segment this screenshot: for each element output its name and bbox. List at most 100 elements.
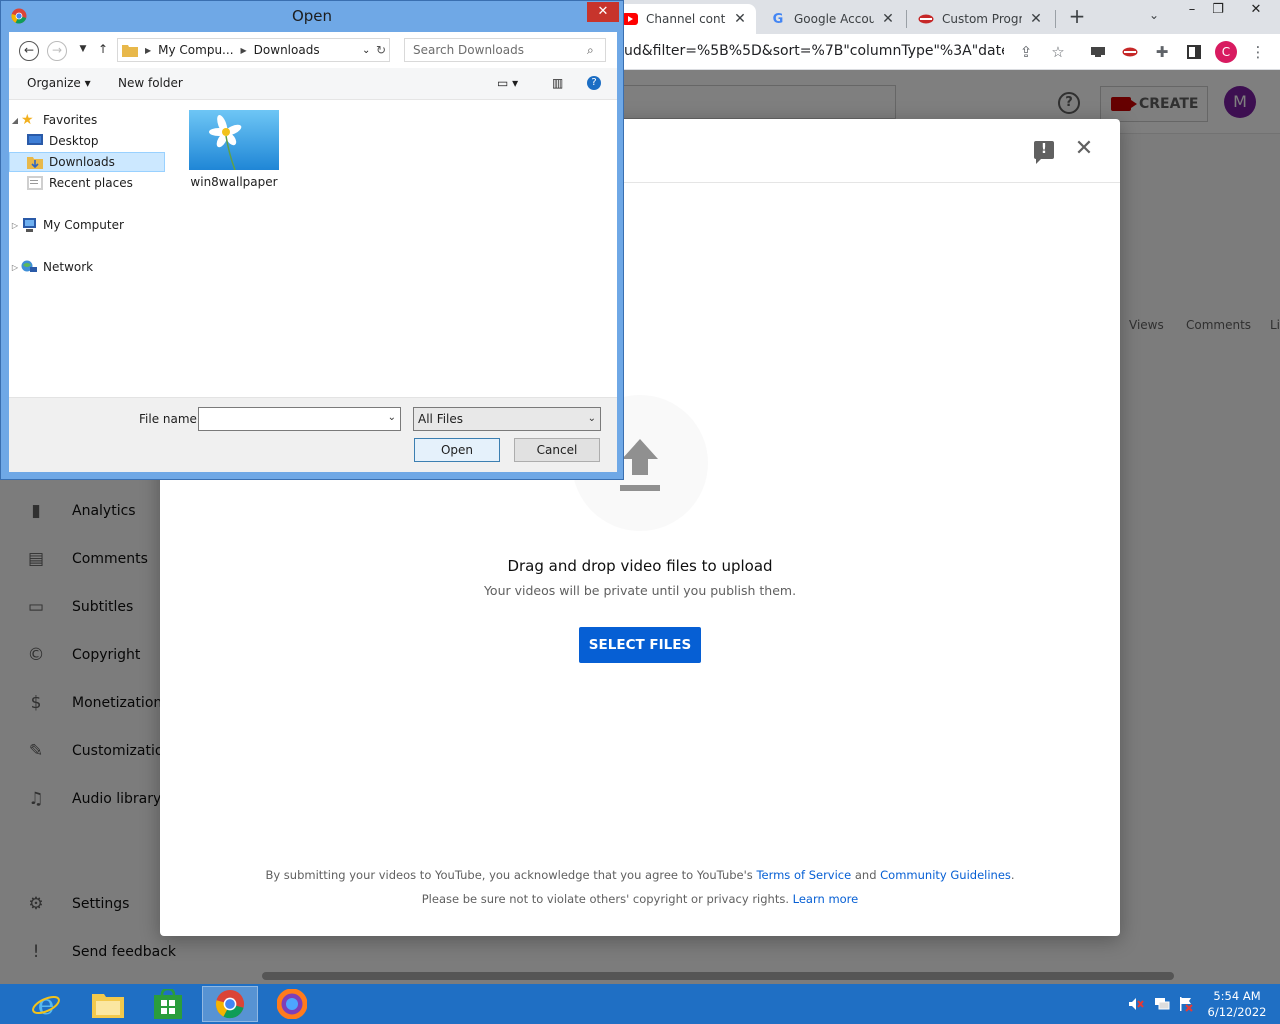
breadcrumb[interactable]: ▶ My Compu... ▶ Downloads ⌄ ↻ <box>117 38 390 62</box>
tree-item-downloads[interactable]: Downloads <box>9 152 165 172</box>
breadcrumb-my-computer[interactable]: My Compu... <box>158 43 233 57</box>
feedback-icon[interactable]: ! <box>1034 141 1054 164</box>
google-icon: G <box>772 11 784 27</box>
more-menu-icon[interactable]: ⋮ <box>1248 42 1268 62</box>
close-tab-icon[interactable]: ✕ <box>880 11 896 27</box>
terms-text: By submitting your videos to YouTube, yo… <box>265 868 757 882</box>
tab-custom-progress[interactable]: Custom Progres ✕ <box>910 4 1052 34</box>
tab-google-account[interactable]: G Google Account ✕ <box>762 4 904 34</box>
svg-text:e: e <box>38 989 55 1019</box>
minimize-button[interactable]: – <box>1180 0 1204 22</box>
navigation-pane: ◢ ★ Favorites Desktop Downloads Recent p… <box>9 101 169 397</box>
tree-item-label: My Computer <box>43 218 124 232</box>
bookmark-star-icon[interactable]: ☆ <box>1048 42 1068 62</box>
firefox-icon[interactable] <box>264 986 320 1022</box>
community-guidelines-link[interactable]: Community Guidelines <box>880 868 1011 882</box>
refresh-icon[interactable]: ↻ <box>376 43 386 57</box>
file-type-value: All Files <box>418 412 464 426</box>
expand-arrow-icon[interactable]: ▷ <box>9 263 21 272</box>
address-dropdown-icon[interactable]: ⌄ <box>362 45 370 56</box>
upload-arrow-icon <box>620 439 660 491</box>
privacy-text: Please be sure not to violate others' co… <box>421 892 793 906</box>
breadcrumb-downloads[interactable]: Downloads <box>254 43 320 57</box>
tree-item-label: Network <box>43 260 94 274</box>
volume-muted-icon[interactable] <box>1128 996 1144 1012</box>
terms-notice: By submitting your videos to YouTube, yo… <box>160 863 1120 911</box>
address-bar[interactable]: ud&filter=%5B%5D&sort=%7B"columnType"%3A… <box>624 43 1004 59</box>
help-icon[interactable]: ? <box>587 76 601 90</box>
new-tab-button[interactable]: + <box>1066 4 1088 30</box>
search-downloads-input[interactable]: Search Downloads <box>404 38 606 62</box>
open-file-dialog: Open ✕ ← → ▼ ↑ ▶ My Compu... ▶ Downloads… <box>0 0 624 480</box>
close-tab-icon[interactable]: ✕ <box>732 11 748 27</box>
action-center-flag-icon[interactable] <box>1178 996 1194 1012</box>
downloads-folder-icon <box>27 155 43 169</box>
file-type-select[interactable]: All Files ⌄ <box>413 407 601 431</box>
drag-drop-subtitle: Your videos will be private until you pu… <box>483 583 797 598</box>
computer-icon <box>21 218 37 232</box>
internet-explorer-icon[interactable]: e <box>18 986 74 1022</box>
chevron-down-icon[interactable]: ⌄ <box>388 412 396 423</box>
tab-title: Google Account <box>794 12 874 26</box>
tab-separator <box>906 10 907 28</box>
file-name-label: File name: <box>139 412 201 426</box>
custom-progress-icon <box>918 11 934 27</box>
network-icon <box>21 260 37 274</box>
tree-item-desktop[interactable]: Desktop <box>9 131 165 151</box>
open-button[interactable]: Open <box>414 438 500 462</box>
extension-custom-icon[interactable] <box>1120 42 1140 62</box>
close-window-button[interactable]: ✕ <box>1232 0 1280 22</box>
terms-of-service-link[interactable]: Terms of Service <box>756 868 851 882</box>
clock-time: 5:54 AM <box>1213 989 1261 1003</box>
tab-title: Channel conten <box>646 12 726 26</box>
file-explorer-icon[interactable] <box>80 986 136 1022</box>
tree-item-label: Desktop <box>49 134 99 148</box>
tab-channel-content[interactable]: Channel conten ✕ <box>614 4 756 34</box>
recent-locations-chevron-icon[interactable]: ▼ <box>73 41 93 61</box>
network-tray-icon[interactable] <box>1154 996 1170 1012</box>
expand-arrow-icon[interactable]: ▷ <box>9 221 21 230</box>
tab-search-chevron-icon[interactable]: ⌄ <box>1144 8 1164 28</box>
organize-button[interactable]: Organize ▾ <box>27 76 91 90</box>
dialog-footer: File name: ⌄ All Files ⌄ Open Cancel <box>9 397 617 472</box>
preview-pane-icon[interactable]: ▥ <box>552 76 563 90</box>
chevron-down-icon: ⌄ <box>587 413 596 424</box>
file-name-field[interactable]: ⌄ <box>198 407 401 431</box>
change-view-icon[interactable]: ▭ ▾ <box>497 76 518 90</box>
forward-arrow-icon[interactable]: → <box>47 41 67 61</box>
command-bar: Organize ▾ New folder ▭ ▾ ▥ ? <box>9 68 617 100</box>
breadcrumb-separator-icon: ▶ <box>240 45 247 55</box>
up-arrow-icon[interactable]: ↑ <box>93 41 113 61</box>
tab-title: Custom Progres <box>942 12 1022 26</box>
close-tab-icon[interactable]: ✕ <box>1028 11 1044 27</box>
learn-more-link[interactable]: Learn more <box>793 892 859 906</box>
side-panel-icon[interactable] <box>1184 42 1204 62</box>
chrome-icon[interactable] <box>202 986 258 1022</box>
dialog-title: Open <box>291 7 333 25</box>
tab-separator <box>1055 10 1056 28</box>
share-icon[interactable]: ⇪ <box>1016 42 1036 62</box>
tree-item-favorites[interactable]: ◢ ★ Favorites <box>9 110 165 130</box>
folder-icon <box>122 45 138 57</box>
restore-button[interactable]: ❐ <box>1206 0 1230 22</box>
dialog-close-button[interactable]: ✕ <box>587 2 619 22</box>
tree-item-label: Downloads <box>49 155 115 169</box>
tree-item-my-computer[interactable]: ▷ My Computer <box>9 215 165 235</box>
store-icon[interactable] <box>140 986 196 1022</box>
star-icon: ★ <box>21 112 34 128</box>
windows-taskbar: e 5:54 AM 6/12/2022 <box>0 984 1280 1024</box>
cancel-button[interactable]: Cancel <box>514 438 600 462</box>
system-clock[interactable]: 5:54 AM 6/12/2022 <box>1200 988 1274 1020</box>
collapse-arrow-icon[interactable]: ◢ <box>9 116 21 125</box>
tree-item-network[interactable]: ▷ Network <box>9 257 165 277</box>
extension-screen-icon[interactable] <box>1088 42 1108 62</box>
breadcrumb-separator-icon: ▶ <box>145 45 152 55</box>
tree-item-recent-places[interactable]: Recent places <box>9 173 165 193</box>
close-icon[interactable]: ✕ <box>1072 137 1096 161</box>
extensions-puzzle-icon[interactable]: ✚ <box>1152 42 1172 62</box>
select-files-button[interactable]: SELECT FILES <box>579 627 701 663</box>
back-arrow-icon[interactable]: ← <box>19 41 39 61</box>
file-name-label: win8wallpaper <box>190 175 278 189</box>
profile-avatar[interactable]: C <box>1215 41 1237 63</box>
new-folder-button[interactable]: New folder <box>118 76 183 90</box>
